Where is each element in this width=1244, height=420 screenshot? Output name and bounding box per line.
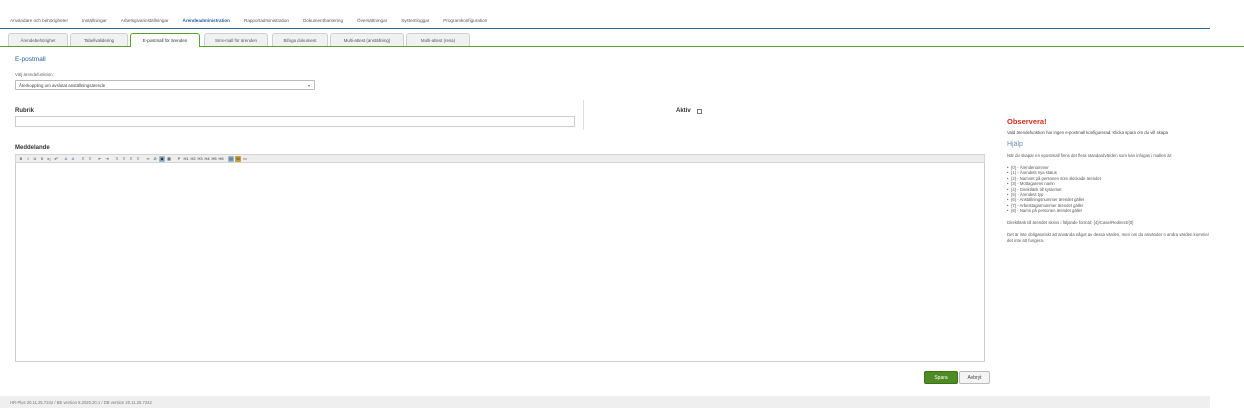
active-label: Aktiv bbox=[676, 108, 691, 114]
heading-1-icon[interactable]: H1 bbox=[183, 156, 189, 162]
superscript-icon[interactable]: x² bbox=[53, 156, 59, 162]
source-icon[interactable]: ▭ bbox=[242, 156, 248, 162]
heading-6-icon[interactable]: H6 bbox=[218, 156, 224, 162]
divider bbox=[583, 100, 584, 130]
notice-text: Vald ärendefunktion har ingen e-postmall… bbox=[1007, 130, 1168, 135]
background-color-icon[interactable]: A bbox=[70, 156, 76, 162]
notice-title: Observera! bbox=[1007, 117, 1047, 126]
nav-settings[interactable]: Inställningar bbox=[82, 18, 107, 23]
heading-2-icon[interactable]: H2 bbox=[190, 156, 196, 162]
table-icon[interactable]: ▦ bbox=[166, 156, 172, 162]
nav-case-administration[interactable]: Ärendeadministration bbox=[183, 18, 230, 23]
tab-sms-template[interactable]: Sms-mall för ärenden bbox=[204, 33, 268, 46]
align-center-icon[interactable]: ≡ bbox=[121, 156, 127, 162]
case-function-label: Välj ärendefunktion: bbox=[15, 72, 54, 77]
help-intro: När du skapar en epostmall finns det fle… bbox=[1007, 153, 1173, 158]
placeholder-list: {0} - Ärendenummer {1} - Ärendets nya st… bbox=[1007, 165, 1215, 214]
help-footnote: Det är inte obligatoriskt att använda nå… bbox=[1007, 231, 1210, 243]
paste-word-icon[interactable]: W bbox=[235, 155, 241, 162]
version-footer: HR-Plus 20.11.25.7242 / BE version 8.202… bbox=[0, 396, 1210, 408]
version-text: HR-Plus 20.11.25.7242 / BE version 8.202… bbox=[10, 399, 152, 405]
page-title: E-postmall bbox=[15, 56, 46, 63]
direct-link-format: Direktlänk till ärendet skrivs i följand… bbox=[1007, 219, 1134, 225]
bulleted-list-icon[interactable]: ≡ bbox=[87, 156, 93, 162]
nav-document-management[interactable]: Dokumenthantering bbox=[303, 18, 343, 23]
image-icon[interactable]: ▣ bbox=[159, 155, 165, 162]
italic-icon[interactable]: I bbox=[25, 156, 31, 162]
nav-program-configuration[interactable]: Programkonfiguration bbox=[443, 18, 487, 23]
indent-icon[interactable]: ⇥ bbox=[104, 156, 110, 162]
strikethrough-icon[interactable]: S bbox=[39, 156, 45, 162]
help-panel: Observera! Vald ärendefunktion har ingen… bbox=[1007, 117, 1215, 250]
heading-5-icon[interactable]: H5 bbox=[211, 156, 217, 162]
subject-input[interactable] bbox=[15, 116, 575, 127]
subject-label: Rubrik bbox=[15, 108, 35, 114]
unlink-icon[interactable]: ⊘ bbox=[152, 156, 158, 162]
tab-bar: Ärendebehörighet Tabellvalidering E-post… bbox=[0, 33, 1244, 47]
underline-icon[interactable]: U bbox=[32, 156, 38, 162]
nav-report-administration[interactable]: Rapportadministration bbox=[244, 18, 289, 23]
heading-4-icon[interactable]: H4 bbox=[204, 156, 210, 162]
paste-icon[interactable]: ▤ bbox=[228, 155, 234, 162]
bold-icon[interactable]: B bbox=[18, 156, 24, 162]
tab-multi-attest-employment[interactable]: Multi-attest (anställning) bbox=[330, 33, 404, 46]
nav-users-permissions[interactable]: Användare och behörigheter bbox=[10, 18, 68, 23]
message-label: Meddelande bbox=[15, 145, 50, 151]
case-function-select[interactable]: Återkoppling om avslutat anställningsäre… bbox=[15, 80, 315, 90]
cancel-button[interactable]: Avbryt bbox=[959, 371, 990, 384]
heading-3-icon[interactable]: H3 bbox=[197, 156, 203, 162]
help-title: Hjälp bbox=[1007, 141, 1023, 148]
align-justify-icon[interactable]: ≡ bbox=[135, 156, 141, 162]
case-function-value: Återkoppling om avslutat anställningsäre… bbox=[19, 82, 106, 88]
paragraph-icon[interactable]: P bbox=[176, 156, 182, 162]
align-right-icon[interactable]: ≡ bbox=[128, 156, 134, 162]
outdent-icon[interactable]: ⇤ bbox=[97, 156, 103, 162]
tab-table-validation[interactable]: Tabellvalidering bbox=[70, 33, 128, 46]
tab-multi-attest-travel[interactable]: Multi-attest (resa) bbox=[406, 33, 470, 46]
active-checkbox[interactable] bbox=[697, 109, 702, 114]
subscript-icon[interactable]: x₂ bbox=[46, 156, 52, 162]
numbered-list-icon[interactable]: ≡ bbox=[80, 156, 86, 162]
tab-case-permissions[interactable]: Ärendebehörighet bbox=[8, 33, 68, 46]
tab-email-template[interactable]: E-postmall för ärenden bbox=[130, 33, 200, 47]
message-editor[interactable] bbox=[15, 163, 985, 362]
save-button[interactable]: Spara bbox=[924, 371, 958, 384]
link-icon[interactable]: ∞ bbox=[145, 156, 151, 162]
text-color-icon[interactable]: A bbox=[63, 156, 69, 162]
main-navigation: Användare och behörigheter Inställningar… bbox=[0, 12, 1210, 29]
nav-translations[interactable]: Översättningar bbox=[357, 18, 387, 23]
nav-employer-settings[interactable]: Arbetsgivarinställningar bbox=[121, 18, 169, 23]
align-left-icon[interactable]: ≡ bbox=[114, 156, 120, 162]
editor-toolbar: B I U Sx₂ x² A A ≡ ≡ ⇤ ⇥ ≡ ≡ ≡ ≡ ∞ ⊘ ▣ ▦ P H1 H2 H3 H4 H5 H6 ▤ W ▭ bbox=[15, 154, 985, 163]
tab-attach-documents[interactable]: Bifoga dokument bbox=[272, 33, 328, 46]
list-item: {8} - Namn på personen ärendet gäller bbox=[1007, 208, 1215, 214]
nav-system-logs[interactable]: Systemloggar bbox=[401, 18, 429, 23]
chevron-down-icon: ▾ bbox=[307, 83, 310, 88]
